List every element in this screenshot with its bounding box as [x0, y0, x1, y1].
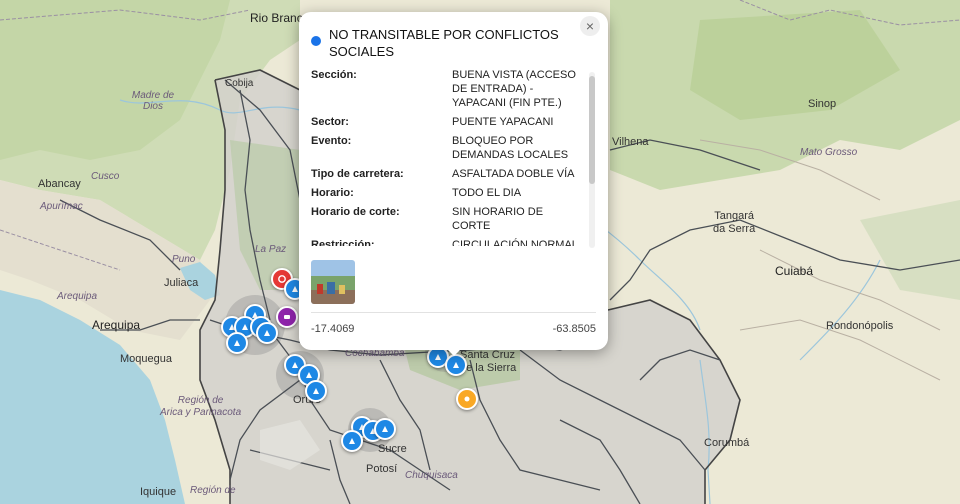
detail-row: Horario: TODO EL DIA: [311, 186, 581, 200]
event-photo-thumbnail[interactable]: [311, 260, 355, 304]
detail-key: Sección:: [311, 69, 357, 81]
label-moquegua: Moquegua: [120, 353, 172, 365]
longitude-value: -63.8505: [552, 323, 596, 335]
label-region-arica: Región de Arica y Parinacota: [160, 395, 242, 418]
label-cusco: Cusco: [91, 171, 120, 182]
road-event-popup: × NO TRANSITABLE POR CONFLICTOS SOCIALES…: [299, 12, 608, 350]
popup-divider: [311, 312, 596, 313]
detail-row: Sector: PUENTE YAPACANI: [311, 115, 581, 129]
label-corumba: Corumbá: [704, 437, 750, 449]
label-arequipa-region: Arequipa: [57, 291, 98, 302]
popup-scrollbar[interactable]: [589, 72, 595, 248]
popup-title: NO TRANSITABLE POR CONFLICTOS SOCIALES: [329, 27, 559, 59]
detail-key: Sector:: [311, 116, 349, 128]
conflict-marker[interactable]: [305, 380, 327, 402]
detail-key: Horario:: [311, 187, 354, 199]
selected-conflict-marker[interactable]: [445, 354, 467, 376]
detail-row: Tipo de carretera: ASFALTADA DOBLE VÍA: [311, 167, 581, 181]
conflict-marker[interactable]: [226, 332, 248, 354]
conflict-marker[interactable]: [256, 322, 278, 344]
label-madre-de-dios: Madre de Dios: [131, 90, 175, 112]
detail-row: Evento: BLOQUEO POR DEMANDAS LOCALES: [311, 134, 581, 162]
detail-value: SIN HORARIO DE CORTE: [452, 206, 544, 232]
popup-pointer: [444, 346, 464, 356]
detail-value: BUENA VISTA (ACCESO DE ENTRADA) - YAPACA…: [452, 69, 576, 109]
label-juliaca: Juliaca: [164, 277, 199, 289]
detail-value: TODO EL DIA: [452, 187, 522, 199]
label-cobija: Cobija: [225, 78, 254, 89]
label-region-de: Región de: [190, 485, 236, 496]
label-santa-cruz: Santa Cruz de la Sierra: [460, 349, 517, 374]
detail-row: Sección: BUENA VISTA (ACCESO DE ENTRADA)…: [311, 68, 581, 110]
label-sinop: Sinop: [808, 98, 837, 110]
label-chuquisaca: Chuquisaca: [405, 470, 458, 481]
detail-row: Restricción: CIRCULACIÓN NORMAL: [311, 238, 581, 246]
label-abancay: Abancay: [38, 178, 81, 190]
conflict-marker[interactable]: [374, 418, 396, 440]
label-la-paz: La Paz: [255, 244, 287, 255]
scrollbar-thumb[interactable]: [589, 76, 595, 184]
caution-marker[interactable]: [456, 388, 478, 410]
label-mato-grosso: Mato Grosso: [800, 147, 858, 158]
label-vilhena: Vilhena: [612, 136, 649, 148]
detail-value: CIRCULACIÓN NORMAL: [452, 239, 578, 246]
label-potosi: Potosí: [366, 463, 398, 475]
latitude-value: -17.4069: [311, 323, 355, 335]
label-iquique: Iquique: [140, 486, 177, 498]
detail-value: PUENTE YAPACANI: [452, 116, 554, 128]
detail-key: Horario de corte:: [311, 206, 400, 218]
conflict-marker[interactable]: [341, 430, 363, 452]
detail-value: BLOQUEO POR DEMANDAS LOCALES: [452, 135, 569, 161]
detail-key: Tipo de carretera:: [311, 168, 404, 180]
label-tangara: Tangará da Serra: [713, 210, 756, 235]
label-puno: Puno: [172, 254, 196, 265]
status-dot-icon: [311, 36, 321, 46]
detail-row: Horario de corte: SIN HORARIO DE CORTE: [311, 205, 581, 233]
event-marker[interactable]: [276, 306, 298, 328]
label-rondonopolis: Rondonópolis: [826, 320, 894, 332]
label-apurimac: Apurímac: [40, 201, 83, 212]
popup-details[interactable]: Sección: BUENA VISTA (ACCESO DE ENTRADA)…: [311, 68, 581, 246]
detail-key: Evento:: [311, 135, 352, 147]
detail-key: Restricción:: [311, 239, 375, 246]
label-cuiaba: Cuiabá: [775, 264, 814, 278]
label-sucre: Sucre: [378, 443, 407, 455]
detail-value: ASFALTADA DOBLE VÍA: [452, 168, 575, 180]
label-arequipa-city: Arequipa: [92, 318, 141, 332]
